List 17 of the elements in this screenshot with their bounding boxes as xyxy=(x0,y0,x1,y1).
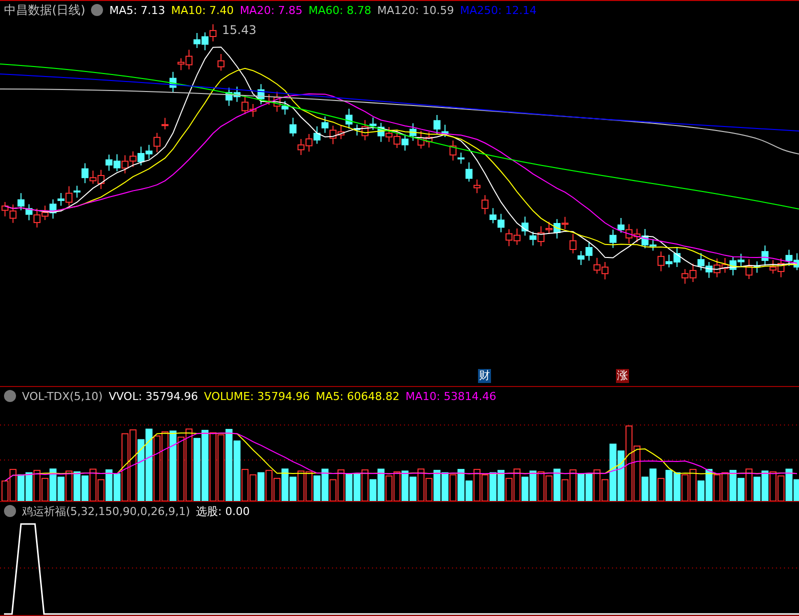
volume-legend: VOLUME: 35794.96 xyxy=(204,390,310,402)
ma-legend: MA120: 10.59 xyxy=(377,4,454,16)
indicator-legend: 选股: 0.00 xyxy=(196,504,250,518)
event-marker[interactable]: 财 xyxy=(478,369,491,383)
ma-legend: MA10: 7.40 xyxy=(171,4,234,16)
volume-legend: MA10: 53814.46 xyxy=(406,390,496,402)
stock-title: 中昌数据(日线) xyxy=(4,2,86,18)
volume-legend: MA5: 60648.82 xyxy=(316,390,400,402)
event-marker[interactable]: 涨 xyxy=(616,369,629,383)
volume-legend: VOL-TDX(5,10) xyxy=(22,390,103,402)
high-price-label: 15.43 xyxy=(222,23,256,37)
indicator-legend: 鸡运祈福(5,32,150,90,0,26,9,1) xyxy=(22,504,190,518)
ma-legend: MA60: 8.78 xyxy=(308,4,372,16)
volume-legend: VVOL: 35794.96 xyxy=(108,390,198,402)
ma-legend: MA250: 12.14 xyxy=(460,4,537,16)
ma-legend: MA5: 7.13 xyxy=(109,4,166,16)
ma-legend: MA20: 7.85 xyxy=(240,4,303,16)
